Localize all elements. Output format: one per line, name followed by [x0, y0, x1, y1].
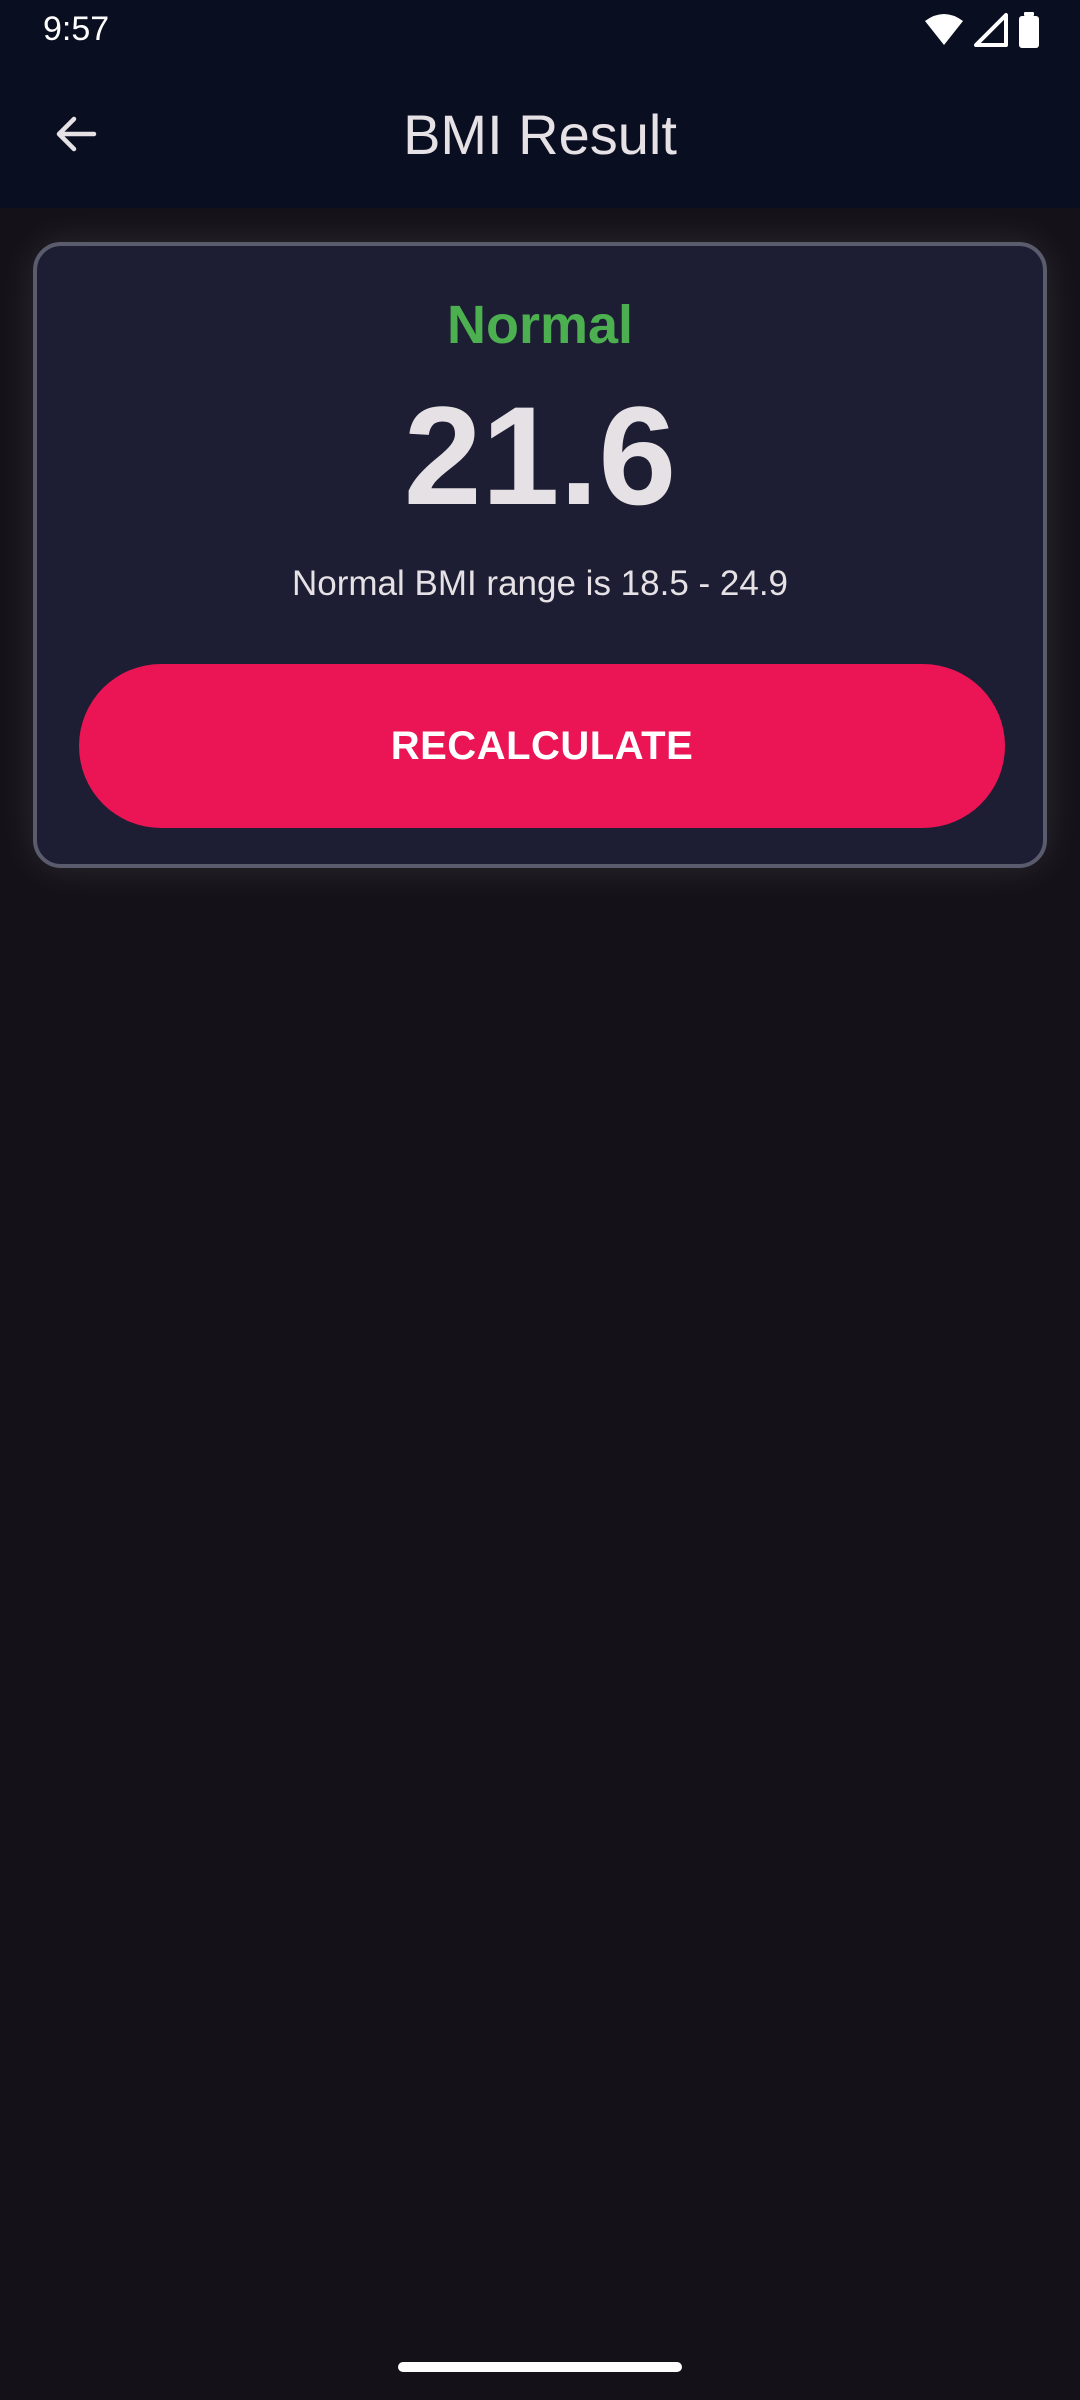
page-title: BMI Result — [403, 103, 677, 166]
battery-icon — [1018, 11, 1040, 53]
status-icons — [924, 11, 1040, 53]
status-bar: 9:57 — [0, 0, 1080, 62]
bmi-value: 21.6 — [403, 377, 677, 534]
app-bar: BMI Result — [0, 62, 1080, 208]
result-card: Normal 21.6 Normal BMI range is 18.5 - 2… — [33, 242, 1047, 868]
screen: 9:57 BMI Result Normal 21.6 Normal BMI r… — [0, 0, 1080, 2400]
bmi-status-label: Normal — [446, 295, 634, 355]
status-time: 9:57 — [43, 10, 110, 48]
wifi-icon — [924, 13, 964, 52]
bmi-range-text: Normal BMI range is 18.5 - 24.9 — [291, 564, 789, 603]
home-indicator[interactable] — [398, 2362, 682, 2372]
recalculate-button[interactable]: RECALCULATE — [79, 664, 1005, 828]
signal-icon — [974, 12, 1008, 52]
